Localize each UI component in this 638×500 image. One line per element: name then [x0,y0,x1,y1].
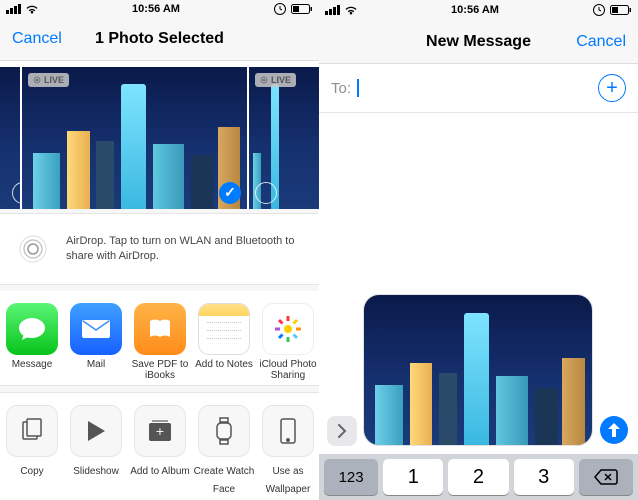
action-wallpaper[interactable]: Use as Wallpaper [256,405,319,492]
rotation-lock-icon [592,3,606,17]
battery-icon [291,4,313,14]
send-button[interactable] [600,416,628,444]
chevron-right-icon [337,424,347,438]
key-1[interactable]: 1 [383,459,443,495]
key-3[interactable]: 3 [514,459,574,495]
nav-bar: New Message Cancel [319,20,638,64]
cancel-button[interactable]: Cancel [12,30,62,48]
share-mail[interactable]: Mail [64,303,128,377]
action-slideshow[interactable]: Slideshow [64,405,128,492]
photo-thumb-prev[interactable] [0,67,20,209]
select-circle-icon[interactable] [255,182,277,204]
live-badge: LIVE [28,73,69,87]
phone-icon [262,405,314,457]
status-time: 10:56 AM [451,4,499,16]
key-backspace[interactable] [579,459,633,495]
message-compose-area[interactable] [319,113,638,454]
share-notes[interactable]: Add to Notes [192,303,256,377]
photo-thumb-selected[interactable]: LIVE [22,67,247,209]
share-message[interactable]: Message [0,303,64,377]
to-label: To: [331,80,351,97]
share-apps-row: Message Mail Save PDF to iBooks Add to N… [0,291,319,386]
live-badge: LIVE [255,73,296,87]
mail-icon [70,303,122,355]
ibooks-icon [134,303,186,355]
share-icloud[interactable]: iCloud Photo Sharing [256,303,319,377]
icloud-photo-icon [262,303,314,355]
key-2[interactable]: 2 [448,459,508,495]
status-bar: 10:56 AM [0,0,319,19]
copy-icon [6,405,58,457]
rotation-lock-icon [273,2,287,16]
action-watch-face[interactable]: Create Watch Face [192,405,256,492]
photo-thumb-next[interactable]: LIVE [249,67,319,209]
arrow-up-icon [607,422,621,438]
svg-text:+: + [156,423,164,439]
expand-button[interactable] [327,416,357,446]
action-row: Copy Slideshow + Add to Album Create Wat… [0,392,319,500]
airdrop-text: AirDrop. Tap to turn on WLAN and Bluetoo… [66,234,307,264]
to-field-row: To: + [319,64,638,113]
action-add-album[interactable]: + Add to Album [128,405,192,492]
key-mode[interactable]: 123 [324,459,378,495]
new-message-screen: 10:56 AM New Message Cancel To: + 123 1 … [319,0,638,500]
photo-strip[interactable]: LIVE LIVE [0,61,319,209]
share-sheet-screen: 10:56 AM Cancel 1 Photo Selected LIVE LI… [0,0,319,500]
action-copy[interactable]: Copy [0,405,64,492]
photo-attachment[interactable] [363,294,593,446]
selected-check-icon[interactable] [219,182,241,204]
signal-icon [325,5,340,15]
watch-icon [198,405,250,457]
airdrop-icon [12,228,54,270]
play-icon [70,405,122,457]
signal-icon [6,4,21,14]
notes-icon [198,303,250,355]
status-bar: 10:56 AM [319,0,638,20]
add-contact-button[interactable]: + [598,74,626,102]
status-time: 10:56 AM [132,3,180,15]
to-input[interactable] [357,79,592,97]
backspace-icon [594,469,618,485]
message-icon [6,303,58,355]
share-ibooks[interactable]: Save PDF to iBooks [128,303,192,377]
add-album-icon: + [134,405,186,457]
airdrop-row[interactable]: AirDrop. Tap to turn on WLAN and Bluetoo… [0,213,319,285]
battery-icon [610,5,632,15]
cancel-button[interactable]: Cancel [576,33,626,51]
wifi-icon [25,4,39,14]
keyboard-row: 123 1 2 3 [319,454,638,500]
nav-bar: Cancel 1 Photo Selected [0,19,319,61]
wifi-icon [344,5,358,15]
